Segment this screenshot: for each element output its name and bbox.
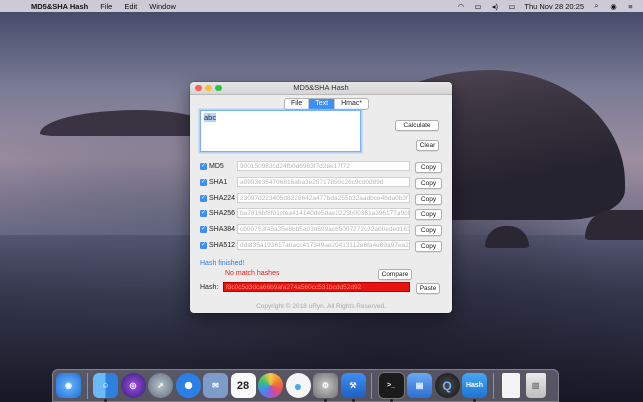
alg-label: SHA256 (209, 210, 236, 217)
siri-icon[interactable]: ◎ (120, 373, 146, 398)
tab-hmac[interactable]: Hmac* (335, 99, 368, 109)
launchpad-icon[interactable]: ➚ (148, 373, 173, 398)
alg-label: SHA1 (209, 179, 228, 186)
menu-app-name[interactable]: MD5&SHA Hash (31, 2, 88, 11)
close-window-button[interactable] (195, 84, 202, 91)
copy-sha512-button[interactable]: Copy (415, 241, 442, 252)
hash-row-sha1: ✓ SHA1 a9993e364706816aba3e25717850c26c9… (200, 177, 445, 189)
dock: ◉ ☺ ◎ ➚ ✦ ✉ 28 ● ⚙ ⚒ >_ ▤ Q Hash ▥ (52, 369, 559, 402)
airplay-icon[interactable]: ▭ (473, 2, 482, 11)
preview-icon[interactable]: ✉ (203, 373, 228, 398)
finder-icon[interactable]: ☺ (93, 373, 118, 402)
safari-icon[interactable]: ◉ (56, 373, 81, 398)
match-status-text: No match hashes (225, 270, 280, 277)
sha256-hash-field[interactable]: ba7816bf8f01cfea414140de5dae2223b00361a3… (237, 208, 410, 218)
sha512-checkbox[interactable]: ✓ (200, 242, 207, 249)
md5-checkbox[interactable]: ✓ (200, 163, 207, 170)
dock-separator (492, 372, 494, 399)
window-titlebar[interactable]: MD5&SHA Hash (190, 82, 452, 95)
sha224-hash-field[interactable]: 23097d223405d8228642a477bda255b32aadbce4… (237, 193, 410, 203)
md5-hash-field[interactable]: 900150983cd24fb0d6963f7d28e17f72 (237, 161, 410, 171)
hash-row-sha224: ✓ SHA224 23097d223405d8228642a477bda255b… (200, 193, 445, 205)
alg-label: SHA512 (209, 242, 236, 249)
hash-window: MD5&SHA Hash File Text Hmac* abc Calcula… (190, 82, 452, 313)
wallpaper-rock (485, 226, 529, 248)
compare-hash-input[interactable]: f8c0c5d3dca66b9afa274a560cc531bcdd52d92 (223, 282, 410, 292)
control-center-icon[interactable]: ≡ (626, 2, 635, 11)
quicktime-icon[interactable]: Q (434, 373, 460, 398)
calculate-button[interactable]: Calculate (395, 120, 439, 131)
hash-row-md5: ✓ MD5 900150983cd24fb0d6963f7d28e17f72 C… (200, 161, 445, 173)
sha384-hash-field[interactable]: cb00753f45a35e8bb5a03d699ac65007272c32ab… (237, 224, 410, 234)
sha1-hash-field[interactable]: a9993e364706816aba3e25717850c26c9cd0d89d (237, 177, 410, 187)
dock-separator (86, 372, 88, 399)
user-icon[interactable]: ◉ (609, 2, 618, 11)
hash-app-icon[interactable]: Hash (462, 373, 487, 402)
safari-browser-icon[interactable]: ✦ (175, 373, 201, 398)
document-icon[interactable] (502, 373, 520, 398)
zoom-window-button[interactable] (215, 84, 222, 91)
copy-sha384-button[interactable]: Copy (415, 225, 442, 236)
system-preferences-icon[interactable]: ⚙ (313, 373, 338, 402)
tab-file[interactable]: File (285, 99, 310, 109)
clear-button[interactable]: Clear (416, 140, 439, 151)
copy-sha256-button[interactable]: Copy (415, 209, 442, 220)
sha256-checkbox[interactable]: ✓ (200, 210, 207, 217)
tab-text[interactable]: Text (309, 99, 336, 109)
copy-sha224-button[interactable]: Copy (415, 194, 442, 205)
menu-clock[interactable]: Thu Nov 28 20:25 (524, 2, 584, 11)
alg-label: MD5 (209, 163, 224, 170)
menu-file[interactable]: File (100, 2, 112, 11)
photos-icon[interactable] (258, 373, 283, 398)
alg-label: SHA384 (209, 226, 236, 233)
paste-button[interactable]: Paste (416, 283, 440, 294)
minimize-window-button[interactable] (205, 84, 212, 91)
volume-icon[interactable]: ◂) (490, 2, 499, 11)
hash-label: Hash: (200, 284, 219, 291)
trash-icon[interactable]: ▥ (525, 373, 546, 398)
sha224-checkbox[interactable]: ✓ (200, 195, 207, 202)
text-input-area[interactable]: abc (200, 110, 361, 152)
sha512-hash-field[interactable]: ddaf35a193617abacc417349ae20413112e6fa4e… (237, 240, 410, 250)
menu-bar: MD5&SHA Hash File Edit Window ◠ ▭ ◂) ▭ T… (0, 0, 643, 12)
wifi-icon[interactable]: ◠ (456, 2, 465, 11)
compare-button[interactable]: Compare (378, 269, 412, 280)
calendar-icon[interactable]: 28 (230, 373, 256, 398)
messages-icon[interactable]: ● (285, 373, 311, 398)
hash-row-sha512: ✓ SHA512 ddaf35a193617abacc417349ae20413… (200, 240, 445, 252)
copy-sha1-button[interactable]: Copy (415, 178, 442, 189)
alg-label: SHA224 (209, 195, 236, 202)
hash-row-sha256: ✓ SHA256 ba7816bf8f01cfea414140de5dae222… (200, 208, 445, 220)
sha1-checkbox[interactable]: ✓ (200, 179, 207, 186)
window-title: MD5&SHA Hash (293, 83, 349, 92)
copyright-text: Copyright © 2018 uRyn. All Rights Reserv… (256, 303, 386, 310)
input-text: abc (204, 113, 217, 122)
terminal-icon[interactable]: >_ (377, 372, 405, 402)
menu-edit[interactable]: Edit (124, 2, 137, 11)
dock-separator (371, 372, 372, 399)
xcode-icon[interactable]: ⚒ (340, 373, 366, 402)
hash-row-sha384: ✓ SHA384 cb00753f45a35e8bb5a03d699ac6500… (200, 224, 445, 236)
battery-icon[interactable]: ▭ (507, 2, 516, 11)
keynote-icon[interactable]: ▤ (407, 373, 432, 398)
sha384-checkbox[interactable]: ✓ (200, 226, 207, 233)
mode-tabs: File Text Hmac* (284, 98, 370, 110)
menu-window[interactable]: Window (149, 2, 176, 11)
search-icon[interactable]: ⌕ (592, 1, 601, 11)
status-text: Hash finished! (200, 260, 245, 267)
copy-md5-button[interactable]: Copy (415, 162, 442, 173)
